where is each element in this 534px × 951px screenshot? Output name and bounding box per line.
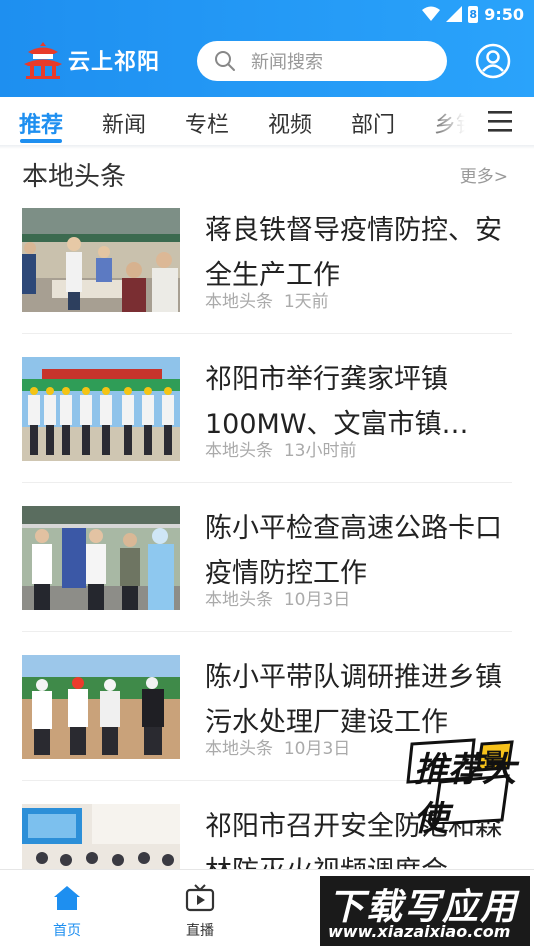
news-thumbnail: [22, 655, 180, 759]
nav-live-label: 直播: [186, 923, 214, 939]
site-watermark: 下载写应用 www.xiazaixiao.com: [320, 876, 530, 946]
active-tab-indicator: [20, 139, 62, 143]
menu-icon[interactable]: [486, 108, 514, 134]
site-watermark-url: www.xiazaixiao.com: [328, 922, 511, 941]
signal-icon: [446, 6, 463, 22]
wifi-icon: [422, 6, 441, 21]
logo-text: 云上祁阳: [68, 50, 161, 75]
home-icon: [54, 886, 80, 910]
news-meta: 本地头条 10月3日: [205, 585, 355, 610]
divider: [22, 482, 512, 483]
nav-home[interactable]: 首页: [32, 884, 102, 940]
news-thumbnail: [22, 506, 180, 610]
battery-icon: 8: [468, 5, 479, 23]
news-meta: 本地头条 1天前: [205, 287, 333, 312]
news-time: 10月3日: [283, 739, 351, 759]
search-placeholder: 新闻搜索: [251, 52, 323, 73]
status-time: 9:50: [484, 4, 524, 24]
news-time: 10月3日: [283, 590, 351, 610]
search-input[interactable]: 新闻搜索: [197, 41, 447, 81]
news-time: 1天前: [283, 292, 329, 312]
tab-recommend[interactable]: 推荐: [19, 107, 63, 139]
badge-text-small: 最: [484, 748, 504, 772]
pavilion-logo-icon: [24, 42, 62, 79]
nav-live[interactable]: 直播: [165, 884, 235, 940]
battery-level: 8: [469, 7, 478, 21]
news-meta: 本地头条 10月3日: [205, 734, 355, 759]
divider: [22, 631, 512, 632]
status-bar: 8 9:50: [0, 0, 534, 30]
news-source: 本地头条: [205, 590, 273, 610]
recommend-badge-watermark: 推荐大使 最: [404, 738, 516, 839]
news-title: 陈小平带队调研推进乡镇污水处理厂建设工作: [205, 662, 502, 738]
tab-video[interactable]: 视频: [268, 107, 312, 139]
more-link[interactable]: 更多>: [460, 162, 508, 187]
nav-home-label: 首页: [53, 923, 81, 939]
search-icon: [215, 51, 235, 71]
news-item[interactable]: 陈小平检查高速公路卡口疫情防控工作 本地头条 10月3日: [22, 506, 512, 656]
app-logo: 云上祁阳: [22, 40, 160, 80]
news-title: 陈小平检查高速公路卡口疫情防控工作: [205, 513, 502, 589]
news-thumbnail: [22, 357, 180, 461]
news-item[interactable]: 蒋良铁督导疫情防控、安全生产工作 本地头条 1天前: [22, 208, 512, 358]
user-icon[interactable]: [474, 42, 512, 80]
app-header: 8 9:50 云上祁阳 新闻搜索: [0, 0, 534, 97]
tab-fade: [420, 97, 480, 145]
news-item[interactable]: 祁阳市举行龚家坪镇100MW、文富市镇… 本地头条 13小时前: [22, 357, 512, 507]
tab-department[interactable]: 部门: [351, 107, 395, 139]
news-time: 13小时前: [283, 441, 357, 461]
news-source: 本地头条: [205, 739, 273, 759]
tab-news[interactable]: 新闻: [102, 107, 146, 139]
divider: [22, 333, 512, 334]
tv-icon: [185, 884, 215, 912]
section-title: 本地头条: [22, 162, 127, 192]
news-thumbnail: [22, 804, 180, 869]
news-title: 蒋良铁督导疫情防控、安全生产工作: [205, 215, 502, 291]
news-meta: 本地头条 13小时前: [205, 436, 361, 461]
tab-column[interactable]: 专栏: [185, 107, 229, 139]
category-tabs: 推荐 新闻 专栏 视频 部门 乡镇: [0, 97, 534, 145]
news-thumbnail: [22, 208, 180, 312]
news-source: 本地头条: [205, 441, 273, 461]
tabs-shadow: [0, 145, 534, 149]
news-source: 本地头条: [205, 292, 273, 312]
news-title: 祁阳市举行龚家坪镇100MW、文富市镇…: [205, 364, 469, 440]
